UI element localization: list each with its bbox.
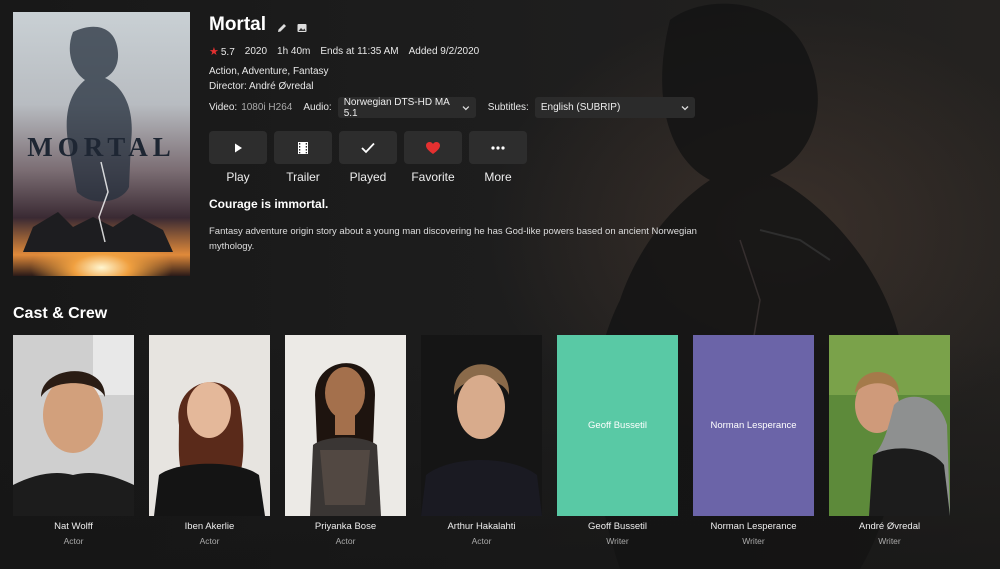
person-photo[interactable] [829, 335, 950, 516]
person-name: Geoff Bussetil [588, 521, 647, 532]
cast-card[interactable]: Geoff Bussetil Geoff Bussetil Writer [557, 335, 678, 546]
person-photo[interactable] [285, 335, 406, 516]
person-role: Writer [742, 536, 765, 546]
audio-select[interactable]: Norwegian DTS-HD MA 5.1 [337, 96, 476, 119]
ends-at: Ends at 11:35 AM [320, 46, 399, 57]
person-name: Arthur Hakalahti [447, 521, 516, 532]
action-bar: Play Trailer Played Favorite More [209, 131, 527, 184]
person-role: Writer [606, 536, 629, 546]
person-name: Iben Akerlie [184, 521, 235, 532]
cast-section-title: Cast & Crew [13, 305, 108, 322]
person-role: Actor [471, 536, 492, 546]
overview: Fantasy adventure origin story about a y… [209, 226, 697, 252]
cast-card[interactable]: Nat Wolff Actor [13, 335, 134, 546]
more-button[interactable]: More [469, 131, 527, 184]
cast-card[interactable]: Iben Akerlie Actor [149, 335, 270, 546]
person-name: Norman Lesperance [710, 521, 797, 532]
person-photo[interactable] [149, 335, 270, 516]
tagline: Courage is immortal. [209, 197, 329, 211]
person-name: Priyanka Bose [314, 521, 377, 532]
audio-label: Audio: [303, 102, 332, 113]
person-role: Actor [63, 536, 84, 546]
person-placeholder[interactable]: Geoff Bussetil [557, 335, 678, 516]
chevron-down-icon [681, 105, 689, 110]
person-name: André Øvredal [858, 521, 921, 532]
heart-icon [426, 141, 440, 154]
image-icon[interactable] [296, 21, 308, 33]
audio-select-value: Norwegian DTS-HD MA 5.1 [343, 96, 450, 119]
trailer-label: Trailer [286, 170, 320, 184]
more-label: More [484, 170, 512, 184]
cast-card[interactable]: Arthur Hakalahti Actor [421, 335, 542, 546]
cast-card[interactable]: André Øvredal Writer [829, 335, 950, 546]
star-icon: ★ [209, 46, 219, 58]
person-role: Actor [335, 536, 356, 546]
page-title: Mortal [209, 14, 266, 35]
play-button[interactable]: Play [209, 131, 267, 184]
placeholder-name: Geoff Bussetil [588, 420, 647, 431]
director: Director: André Øvredal [209, 81, 314, 92]
cast-card[interactable]: Priyanka Bose Actor [285, 335, 406, 546]
play-label: Play [226, 170, 250, 184]
check-icon [361, 142, 375, 153]
rating-value: 5.7 [220, 47, 235, 58]
poster-image[interactable]: MORTAL [13, 12, 190, 276]
cast-card[interactable]: Norman Lesperance Norman Lesperance Writ… [693, 335, 814, 546]
person-name: Nat Wolff [54, 521, 93, 532]
played-button[interactable]: Played [339, 131, 397, 184]
placeholder-name: Norman Lesperance [710, 420, 797, 431]
poster-title-text: MORTAL [27, 132, 176, 162]
chevron-down-icon [462, 105, 470, 110]
favorite-label: Favorite [411, 170, 455, 184]
meta-row: ★ 5.7 2020 1h 40m Ends at 11:35 AM Added … [209, 45, 479, 58]
person-photo[interactable] [421, 335, 542, 516]
subtitles-select[interactable]: English (SUBRIP) [534, 97, 695, 118]
person-placeholder[interactable]: Norman Lesperance [693, 335, 814, 516]
year: 2020 [244, 46, 268, 57]
date-added: Added 9/2/2020 [408, 46, 480, 57]
genres: Action, Adventure, Fantasy [209, 66, 329, 77]
video-value: 1080i H264 [241, 102, 293, 113]
cast-list: Nat Wolff Actor Iben Akerlie Actor Priya… [13, 335, 950, 546]
played-label: Played [349, 170, 387, 184]
more-icon [491, 145, 505, 150]
person-photo[interactable] [13, 335, 134, 516]
media-info-row: Video: 1080i H264 Audio: Norwegian DTS-H… [209, 96, 695, 119]
film-icon [298, 141, 308, 154]
person-role: Actor [199, 536, 220, 546]
person-role: Writer [878, 536, 901, 546]
subtitles-select-value: English (SUBRIP) [540, 102, 621, 113]
runtime: 1h 40m [277, 46, 311, 57]
trailer-button[interactable]: Trailer [274, 131, 332, 184]
subtitles-label: Subtitles: [487, 102, 529, 113]
favorite-button[interactable]: Favorite [404, 131, 462, 184]
play-icon [235, 143, 242, 152]
rating: ★ 5.7 [209, 45, 235, 58]
video-label: Video: [209, 102, 238, 113]
edit-icon[interactable] [276, 21, 288, 33]
